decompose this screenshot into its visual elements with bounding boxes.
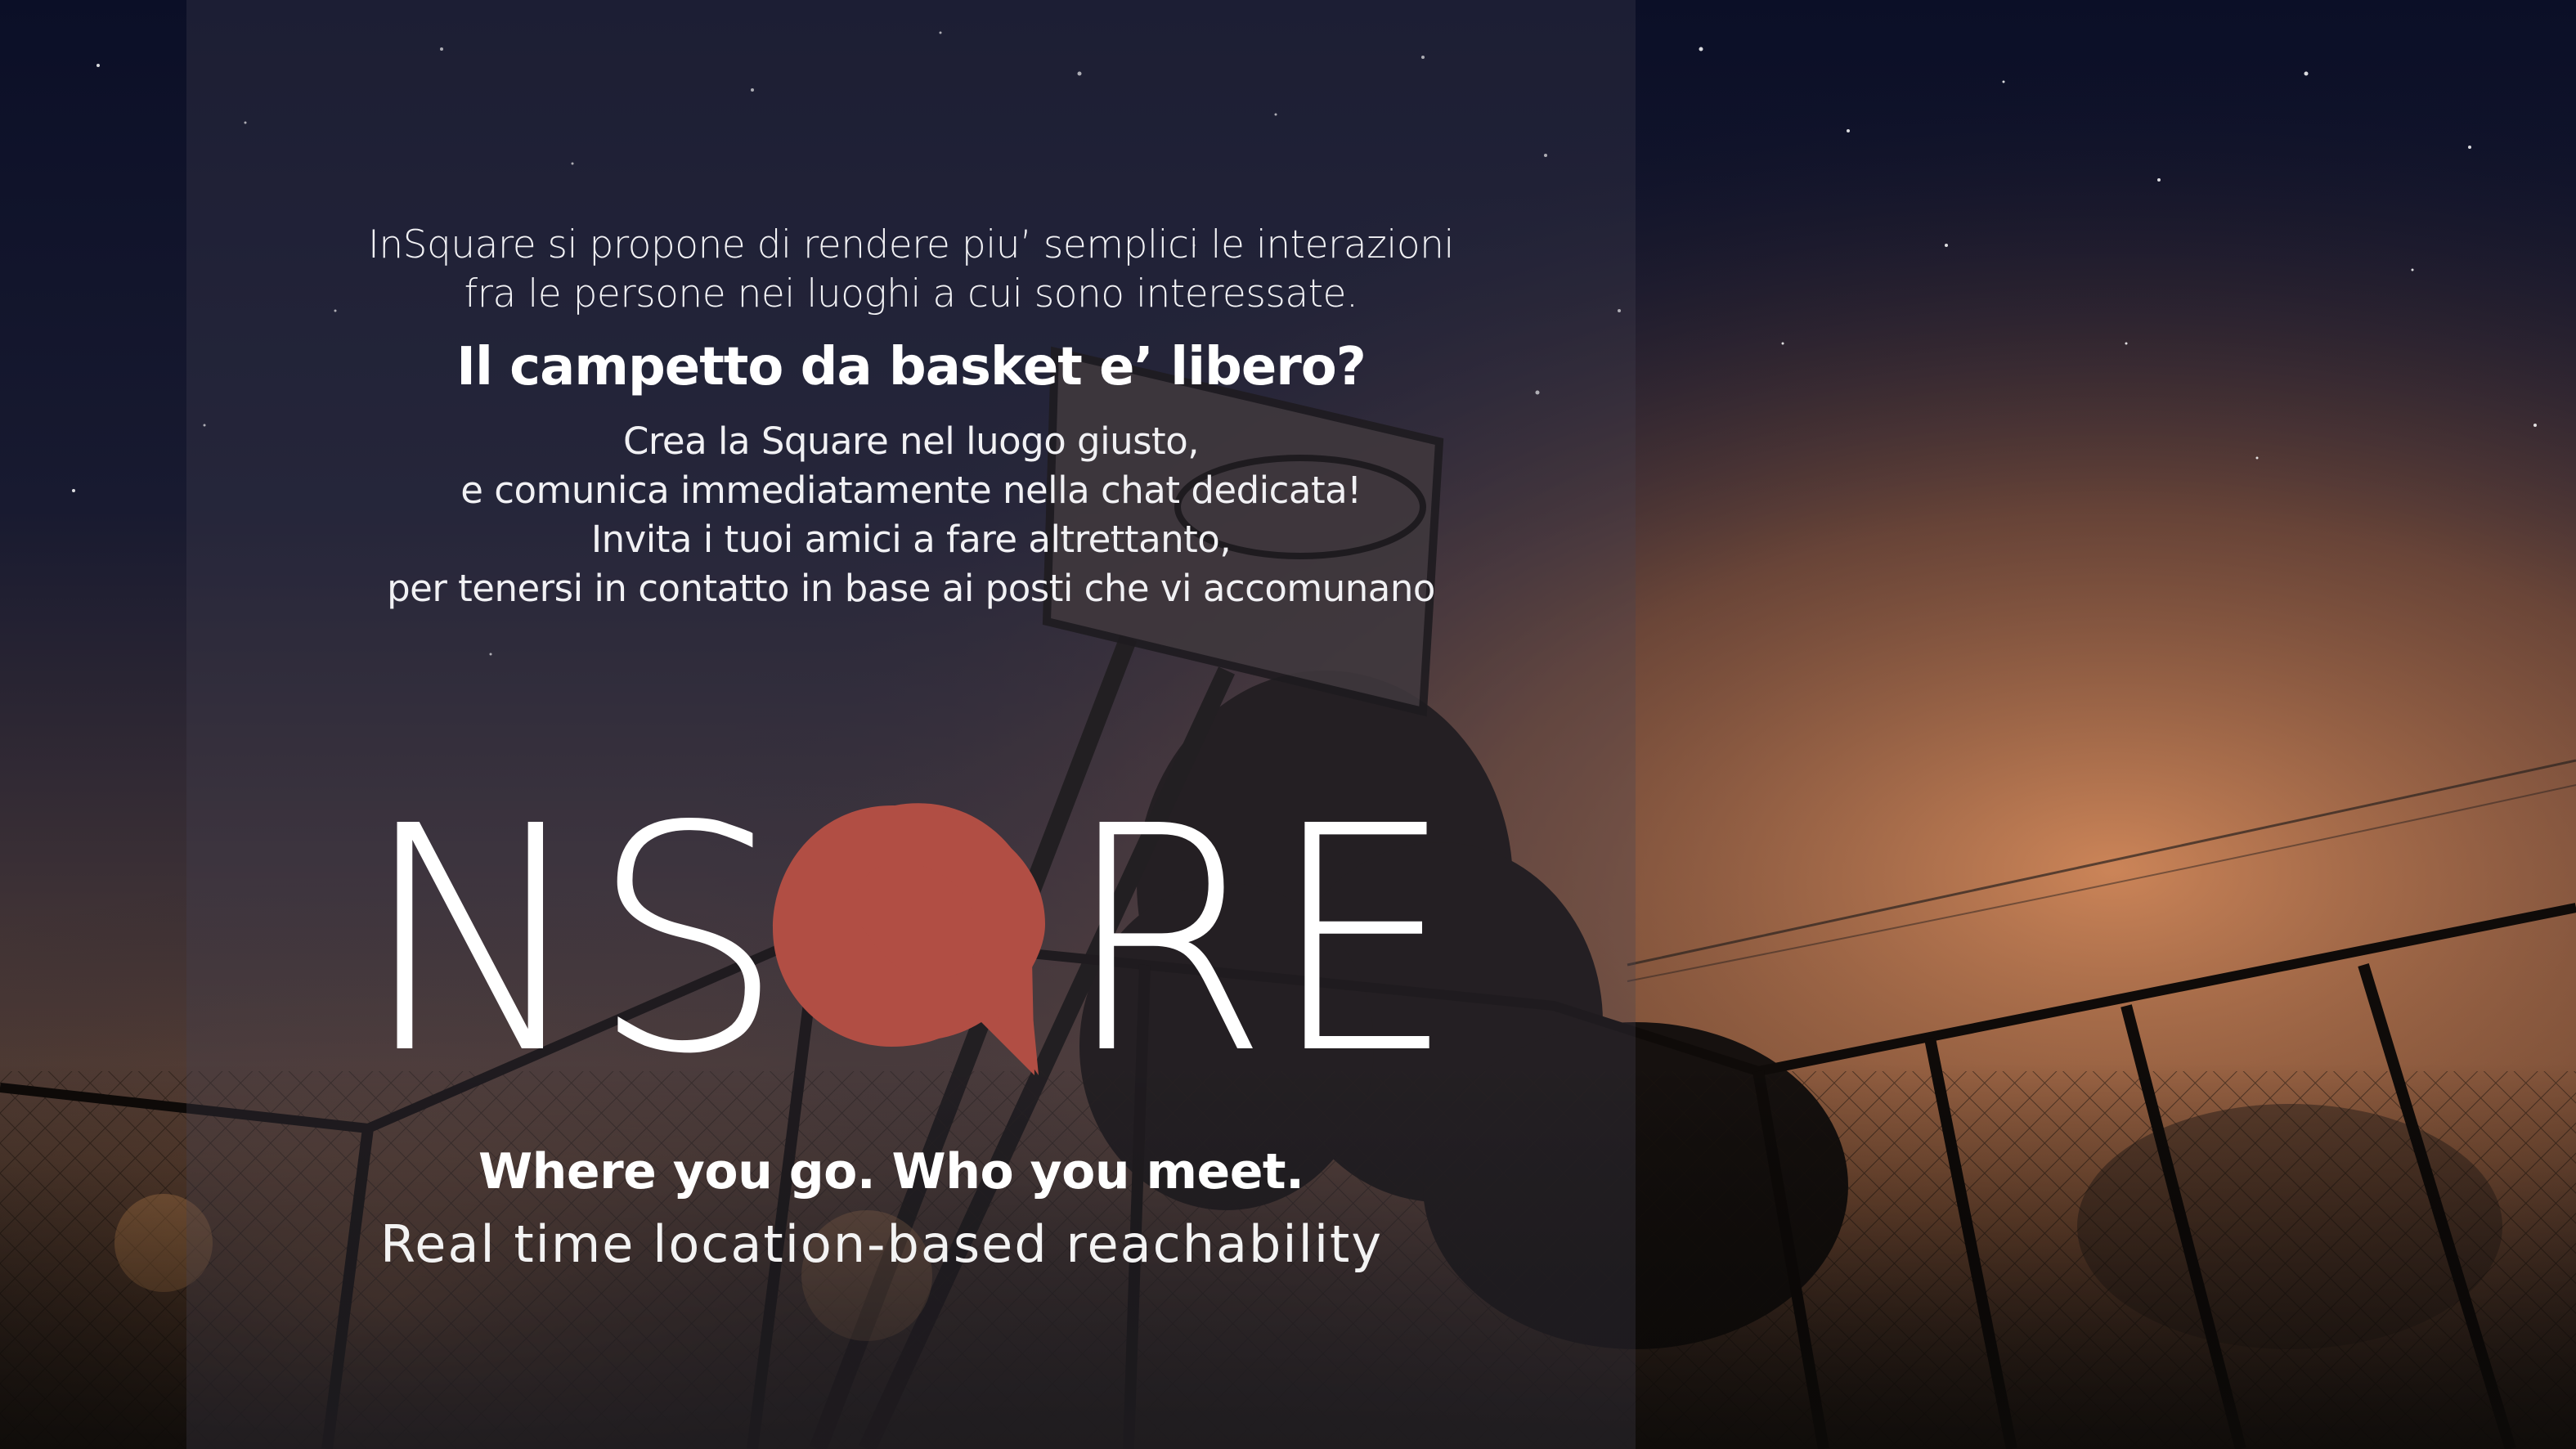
slide: InSquare si propone di rendere piu’ semp…: [0, 0, 2576, 1449]
insquare-logo: NS RE: [360, 760, 1456, 1122]
description-line-4: per tenersi in contatto in base ai posti…: [387, 567, 1435, 610]
description: Crea la Square nel luogo giusto, e comun…: [186, 417, 1636, 613]
description-line-2: e comunica immediatamente nella chat ded…: [460, 469, 1362, 512]
intro-line-1: InSquare si propone di rendere piu’ semp…: [368, 222, 1454, 267]
tagline: Where you go. Who you meet.: [478, 1143, 1304, 1200]
logo-text-left: NS: [360, 760, 785, 1122]
subtagline: Real time location-based reachability: [380, 1214, 1384, 1274]
headline: Il campetto da basket e’ libero?: [456, 337, 1367, 397]
intro-line-2: fra le persone nei luoghi a cui sono int…: [464, 271, 1358, 316]
description-line-3: Invita i tuoi amici a fare altrettanto,: [590, 518, 1232, 561]
logo-text-right: RE: [1063, 760, 1456, 1122]
map-pin-icon: [773, 803, 1045, 1075]
description-line-1: Crea la Square nel luogo giusto,: [622, 419, 1200, 463]
intro-text: InSquare si propone di rendere piu’ semp…: [186, 221, 1636, 319]
